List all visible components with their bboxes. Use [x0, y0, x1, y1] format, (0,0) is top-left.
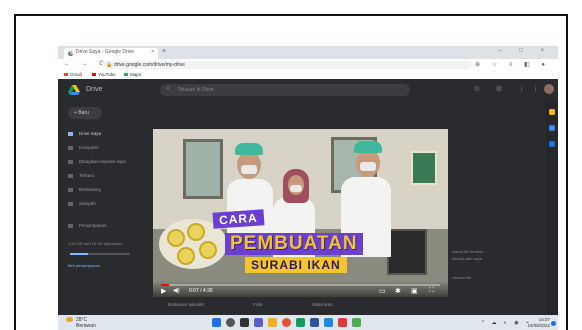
folder-item[interactable]: Video ikan — [312, 302, 333, 307]
video-title-card: CARA PEMBUATAN SURABI IKAN — [159, 205, 389, 279]
app-green-icon[interactable] — [352, 318, 361, 327]
sidebar-item-recent[interactable]: Terbaru — [68, 173, 94, 178]
folder-item[interactable]: Foto — [253, 302, 262, 307]
file-detail-text-3: Ukuran file — [452, 275, 472, 280]
video-progress-bar[interactable] — [161, 284, 440, 286]
title-cara: CARA — [212, 209, 265, 229]
desktop-screen: Drive Saya - Google Drive × + – □ × ← → … — [58, 46, 558, 330]
video-player[interactable]: CARA PEMBUATAN SURABI IKAN ▶ ◀) 0:07 / 4… — [153, 129, 448, 297]
video-window-left — [183, 139, 223, 199]
sidebar-item-starred[interactable]: Berbintang — [68, 187, 101, 192]
buy-storage-link[interactable]: Beli penyimpanan — [68, 263, 100, 268]
video-progress-fill — [161, 284, 170, 286]
word-icon[interactable] — [310, 318, 319, 327]
cloud-icon — [68, 223, 73, 228]
tab-title: Drive Saya - Google Drive — [76, 49, 135, 55]
search-placeholder: Telusuri di Drive — [178, 87, 214, 93]
fullscreen-icon[interactable]: ⛶ — [429, 287, 434, 295]
stove-image — [387, 229, 427, 275]
sidebar-item-storage[interactable]: Penyimpanan — [68, 223, 107, 228]
search-icon[interactable]: ⌕ — [166, 85, 170, 93]
system-tray-icons[interactable]: ^ ☁ ◐ ◉ ⌁ — [482, 320, 532, 326]
tab-close-icon[interactable]: × — [151, 49, 154, 55]
subtitles-icon[interactable]: ▭ — [379, 287, 386, 295]
google-drive-logo-icon — [68, 85, 80, 95]
bookmarks-bar: Gmail YouTube Maps — [58, 71, 558, 79]
folder-row: Dokumen sekolah Foto Video ikan — [168, 302, 381, 307]
star-icon — [68, 187, 73, 192]
calendar-icon[interactable] — [549, 109, 555, 115]
weather-widget[interactable]: 28°C Berawan — [66, 317, 96, 329]
sidebar-item-shared[interactable]: Dibagikan kepada saya — [68, 159, 126, 164]
browser-tab[interactable]: Drive Saya - Google Drive × — [64, 48, 158, 59]
new-button[interactable]: + Baru — [68, 107, 102, 119]
windows-taskbar: 28°C Berawan ^ ☁ ◐ ◉ ⌁ 14:07 19/08/2022 — [58, 315, 558, 330]
lock-icon[interactable]: 🔒 — [106, 62, 112, 68]
trash-icon — [68, 201, 73, 206]
settings-icon[interactable]: ✱ — [395, 287, 401, 295]
drive-search-input[interactable]: ⌕ Telusuri di Drive — [160, 84, 410, 96]
keep-icon[interactable] — [549, 125, 555, 131]
sidebar-item-my-drive[interactable]: Drive Saya — [68, 131, 101, 136]
start-icon[interactable] — [212, 318, 221, 327]
taskbar-clock[interactable]: 14:07 19/08/2022 — [527, 317, 550, 329]
screen-frame: Drive Saya - Google Drive × + – □ × ← → … — [14, 14, 568, 330]
browser-toolbar: ← → C 🔒 drive.google.com/drive/my-drive … — [58, 59, 558, 71]
file-explorer-icon[interactable] — [268, 318, 277, 327]
notification-icon[interactable] — [551, 321, 556, 326]
window-controls[interactable]: – □ × — [498, 48, 552, 54]
extension-icons[interactable]: ⊕ ☆ ≡ ◧ ● — [475, 61, 550, 68]
teams-icon[interactable] — [254, 318, 263, 327]
drive-header: Drive ⌕ Telusuri di Drive ⊙ ⚙ ⋮⋮ — [58, 79, 558, 101]
video-time: 0:07 / 4:26 — [189, 288, 213, 294]
weather-text: Berawan — [76, 323, 96, 329]
shared-icon — [68, 159, 73, 164]
google-drive-favicon-icon — [68, 51, 73, 56]
edge-icon[interactable] — [296, 318, 305, 327]
task-view-icon[interactable] — [240, 318, 249, 327]
chrome-icon[interactable] — [282, 318, 291, 327]
gmail-icon — [64, 73, 68, 77]
storage-progress-fill — [70, 253, 88, 255]
my-drive-icon — [68, 131, 73, 136]
maps-icon — [124, 73, 128, 77]
folder-item[interactable]: Dokumen sekolah — [168, 302, 204, 307]
play-icon[interactable]: ▶ — [161, 287, 166, 295]
computer-icon — [68, 145, 73, 150]
storage-progress-bar — [70, 253, 130, 255]
sidebar-item-trash[interactable]: Sampah — [68, 201, 96, 206]
weather-icon — [66, 317, 73, 322]
address-bar[interactable]: 🔒 drive.google.com/drive/my-drive — [102, 61, 472, 69]
bookmark-youtube[interactable]: YouTube — [92, 72, 116, 77]
drive-app-title: Drive — [86, 86, 103, 93]
sidebar-item-computers[interactable]: Komputer — [68, 145, 99, 150]
browser-tab-bar: Drive Saya - Google Drive × + – □ × — [58, 46, 558, 59]
clock-icon — [68, 173, 73, 178]
wall-poster — [411, 151, 437, 185]
url-text[interactable]: drive.google.com/drive/my-drive — [114, 62, 185, 68]
tasks-icon[interactable] — [549, 141, 555, 147]
volume-icon[interactable]: ◀) — [173, 287, 180, 294]
video-controls: ▶ ◀) 0:07 / 4:26 ▭ ✱ ▣ ⛶ — [153, 281, 448, 297]
file-detail-text-1: Nama file terakhir ... — [452, 249, 488, 254]
account-avatar[interactable] — [544, 84, 554, 94]
title-surabi-ikan: SURABI IKAN — [245, 257, 347, 273]
miniplayer-icon[interactable]: ▣ — [411, 287, 418, 295]
file-detail-text-2: dibuka oleh saya — [452, 256, 483, 261]
google-drive-app: Drive ⌕ Telusuri di Drive ⊙ ⚙ ⋮⋮ + Baru … — [58, 79, 558, 315]
title-pembuatan: PEMBUATAN — [225, 233, 363, 255]
bookmark-gmail[interactable]: Gmail — [64, 72, 82, 77]
new-tab-button[interactable]: + — [162, 48, 166, 55]
side-panel-rail — [546, 101, 558, 315]
header-action-icons[interactable]: ⊙ ⚙ ⋮⋮ — [474, 85, 546, 93]
drive-sidebar: + Baru Drive Saya Komputer Dibagikan kep… — [58, 101, 150, 315]
app-red-icon[interactable] — [338, 318, 347, 327]
search-taskbar-icon[interactable] — [226, 318, 235, 327]
storage-usage-text: 1,54 GB dari 15 GB digunakan — [68, 241, 123, 246]
clock-time: 14:07 — [538, 317, 550, 322]
clock-date: 19/08/2022 — [527, 323, 550, 328]
store-icon[interactable] — [324, 318, 333, 327]
youtube-icon — [92, 73, 96, 77]
bookmark-maps[interactable]: Maps — [124, 72, 141, 77]
